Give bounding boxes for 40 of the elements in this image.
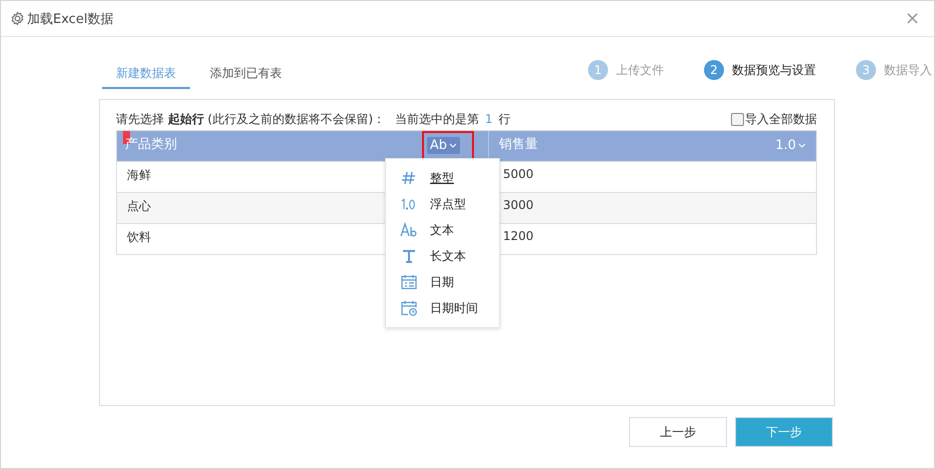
step-label: 数据预览与设置 [732,62,816,78]
letters-icon [400,222,418,238]
step-number: 3 [856,60,876,80]
table-cell: 1200 [503,229,534,243]
menu-item[interactable]: 日期 [386,269,499,295]
back-button[interactable]: 上一步 [629,417,727,447]
type-dropdown[interactable]: Ab [426,137,460,154]
menu-item[interactable]: 文本 [386,217,499,243]
calendar-icon [400,274,418,290]
menu-item[interactable]: 长文本 [386,243,499,269]
header-row[interactable]: 产品类别 Ab 销售量 1.0 [117,131,816,161]
table-cell: 海鲜 [127,168,151,182]
current-row-label: 当前选中的是第 [395,110,480,128]
menu-item[interactable]: 日期时间 [386,295,499,321]
current-row-number: 1 [485,112,493,126]
caret-icon [449,143,457,148]
hash-icon [400,170,418,186]
text-t-icon [400,248,418,264]
column-header: 销售量 [499,136,538,153]
table-cell: 3000 [503,198,534,212]
instruction-text: 请先选择 起始行 (此行及之前的数据将不会保留)： [116,110,386,128]
menu-item[interactable]: 整型 [386,165,499,191]
decimal-icon [400,196,418,212]
step-number: 1 [588,60,608,80]
caret-icon [798,143,806,148]
window-title: 加载Excel数据 [27,10,114,28]
step-label: 上传文件 [616,62,664,78]
current-row-label: 行 [498,110,511,128]
gear-icon [10,11,25,26]
checkbox[interactable] [731,112,744,126]
table-cell: 点心 [127,199,151,213]
table-cell: 饮料 [127,230,151,244]
column-header: 产品类别 [125,136,177,153]
menu-item[interactable]: 浮点型 [386,191,499,217]
step-number: 2 [704,60,724,80]
tab[interactable]: 添加到已有表 [196,61,296,89]
table-cell: 5000 [503,167,534,181]
checkbox-label: 导入全部数据 [745,110,817,128]
step-label: 数据导入 [884,62,932,78]
calendar-clock-icon [400,300,418,316]
